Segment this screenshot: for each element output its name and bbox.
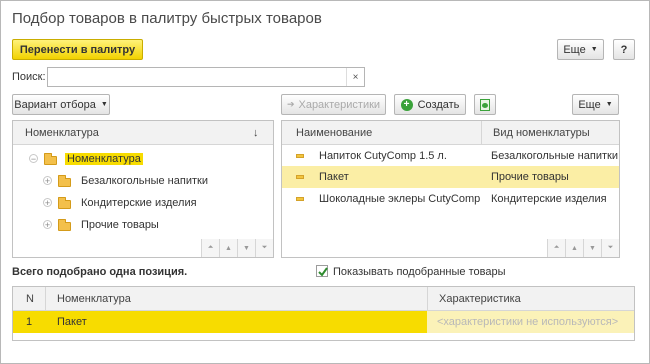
column-header-name[interactable]: Наименование [288,121,372,145]
show-selected-checkbox[interactable] [316,265,328,277]
row-number: 1 [26,316,33,328]
help-button[interactable]: ? [613,39,635,60]
column-header-characteristic[interactable]: Характеристика [431,287,521,311]
folder-icon [58,219,71,231]
tree-nav-bar: ⏶ ▲ ▼ ⏷ [201,239,273,257]
chevron-down-icon: ▼ [100,101,108,108]
column-header-nomenclature[interactable]: Номенклатура [49,287,131,311]
create-label: Создать [417,98,460,111]
plus-circle-icon: + [400,98,413,111]
tree-item-label: Кондитерские изделия [81,197,197,209]
product-table: Наименование Вид номенклатуры Напиток Cu… [281,120,620,258]
checkmark-icon [318,267,328,277]
column-separator [427,287,428,311]
selected-count-text: Всего подобрано одна позиция. [12,266,188,278]
window-title: Подбор товаров в палитру быстрых товаров [12,10,322,27]
copy-button[interactable] [474,94,496,115]
expand-icon[interactable]: + [43,176,52,186]
sort-arrow-icon[interactable]: ↓ [245,121,259,145]
tree-root-label: Номенклатура [65,153,143,165]
more-menu-label: Еще [563,43,586,56]
table-row[interactable]: Шоколадные эклеры CutyComp Кондитерские … [282,188,619,210]
product-kind: Безалкогольные напитки [491,150,618,162]
folder-icon [58,175,71,187]
tree-item-label: Прочие товары [81,219,159,231]
row-nomenclature: Пакет [57,316,87,328]
expand-icon[interactable]: + [43,220,52,230]
tree-row[interactable]: + Кондитерские изделия [13,192,273,214]
collapse-icon[interactable]: − [29,154,38,164]
tree-row[interactable]: + Безалкогольные напитки [13,170,273,192]
show-selected-label: Показывать подобранные товары [333,266,506,278]
product-name: Напиток CutyComp 1.5 л. [319,150,447,162]
scroll-up-icon[interactable]: ▲ [219,239,237,257]
search-label: Поиск: [12,71,46,83]
folder-icon [44,153,57,165]
scroll-down-icon[interactable]: ▼ [237,239,255,257]
arrow-right-icon: ➔ [286,99,295,109]
tree-header: Номенклатура ↓ [13,121,273,145]
clear-search-icon[interactable]: × [346,68,364,86]
table-row-selected[interactable]: Пакет Прочие товары [282,166,619,188]
product-name: Пакет [319,171,349,183]
selected-items-table: N Номенклатура Характеристика 1 Пакет <х… [12,286,635,341]
column-separator [481,121,482,145]
tree-row-root[interactable]: − Номенклатура [13,148,273,170]
table-row[interactable]: Напиток CutyComp 1.5 л. Безалкогольные н… [282,145,619,167]
column-header-kind[interactable]: Вид номенклатуры [485,121,590,145]
transfer-to-palette-button[interactable]: Перенести в палитру [12,39,143,60]
characteristics-button[interactable]: ➔ Характеристики [281,94,386,115]
folder-icon [58,197,71,209]
product-kind: Прочие товары [491,171,569,183]
category-tree: Номенклатура ↓ − Номенклатура + Безалког… [12,120,274,258]
scroll-bottom-icon[interactable]: ⏷ [601,239,619,257]
copy-icon [480,98,490,111]
product-icon [296,197,304,201]
tree-row[interactable]: + Прочие товары [13,214,273,236]
product-icon [296,154,304,158]
search-input[interactable]: × [47,67,365,87]
chevron-down-icon: ▼ [590,46,598,53]
product-kind: Кондитерские изделия [491,193,607,205]
create-button[interactable]: + Создать [394,94,466,115]
scroll-top-icon[interactable]: ⏶ [547,239,565,257]
dialog-window: Подбор товаров в палитру быстрых товаров… [0,0,650,364]
selected-table-header: N Номенклатура Характеристика [13,287,634,311]
filter-variant-button[interactable]: Вариант отбора ▼ [12,94,110,115]
selected-table-row[interactable]: 1 Пакет <характеристики не используются> [13,311,634,333]
scroll-down-icon[interactable]: ▼ [583,239,601,257]
column-separator [45,287,46,311]
tree-column-header[interactable]: Номенклатура [17,121,99,145]
characteristics-label: Характеристики [298,98,381,111]
tree-item-label: Безалкогольные напитки [81,175,208,187]
table-more-label: Еще [578,98,601,111]
filter-variant-label: Вариант отбора [14,98,96,111]
product-icon [296,175,304,179]
scroll-bottom-icon[interactable]: ⏷ [255,239,273,257]
row-characteristic: <характеристики не используются> [427,311,634,333]
chevron-down-icon: ▼ [605,101,613,108]
product-name: Шоколадные эклеры CutyComp [319,193,481,205]
table-nav-bar: ⏶ ▲ ▼ ⏷ [547,239,619,257]
expand-icon[interactable]: + [43,198,52,208]
table-more-menu-button[interactable]: Еще ▼ [572,94,619,115]
scroll-up-icon[interactable]: ▲ [565,239,583,257]
column-header-n[interactable]: N [18,287,34,311]
product-table-header: Наименование Вид номенклатуры [282,121,619,145]
scroll-top-icon[interactable]: ⏶ [201,239,219,257]
more-menu-button[interactable]: Еще ▼ [557,39,604,60]
